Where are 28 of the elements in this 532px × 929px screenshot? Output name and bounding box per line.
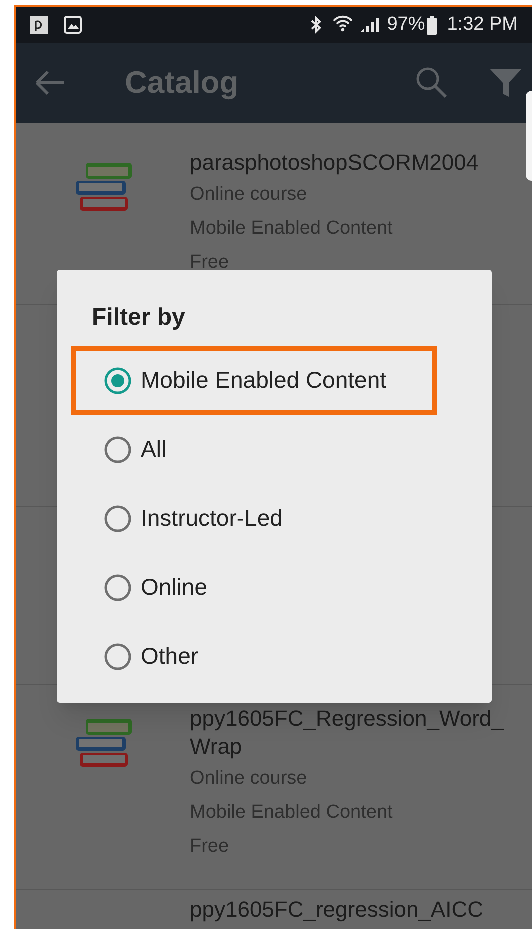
radio-button[interactable] — [104, 436, 132, 464]
radio-option[interactable]: Instructor-Led — [104, 501, 283, 536]
item-detail: Free — [190, 251, 230, 275]
item-detail: Online course — [190, 767, 308, 791]
radio-option[interactable]: Other — [104, 639, 199, 674]
battery-icon — [427, 16, 438, 34]
item-detail: Free — [190, 835, 230, 859]
battery-percentage: 97% — [387, 12, 426, 37]
item-detail: Mobile Enabled Content — [190, 801, 394, 825]
radio-option[interactable]: All — [104, 432, 167, 467]
screen-title: Catalog — [125, 64, 239, 102]
radio-button[interactable] — [104, 642, 132, 670]
dialog-title: Filter by — [91, 303, 186, 333]
bluetooth-icon — [309, 16, 324, 34]
clock-time: 1:32 PM — [447, 12, 518, 37]
item-detail: Online course — [190, 183, 308, 207]
item-detail: Mobile Enabled Content — [190, 217, 394, 241]
radio-option[interactable]: Online — [104, 570, 208, 605]
radio-button[interactable] — [104, 366, 132, 394]
signal-icon — [359, 16, 380, 34]
filter-icon[interactable] — [490, 67, 522, 99]
app-notification-icon — [30, 16, 48, 34]
search-icon[interactable] — [416, 67, 448, 99]
radio-option[interactable]: Mobile Enabled Content — [104, 363, 386, 398]
image-icon — [64, 16, 82, 34]
back-arrow-icon[interactable] — [34, 69, 66, 97]
radio-button[interactable] — [104, 504, 132, 532]
radio-button[interactable] — [104, 574, 132, 602]
